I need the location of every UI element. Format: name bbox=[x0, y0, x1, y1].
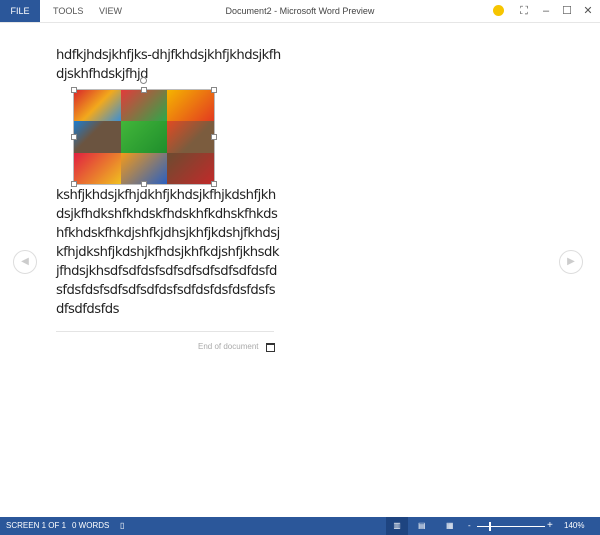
zoom-in-button[interactable]: + bbox=[547, 517, 553, 535]
screen-count: SCREEN 1 OF 1 bbox=[6, 521, 67, 530]
status-bar: SCREEN 1 OF 1 0 WORDS ▯ ▥ ▤ ▦ - + 140% bbox=[0, 517, 600, 535]
proofing-icon[interactable]: ▯ bbox=[120, 517, 124, 535]
read-mode-icon[interactable]: ▥ bbox=[386, 517, 408, 535]
minimize-icon[interactable]: – bbox=[537, 0, 555, 22]
tab-file[interactable]: FILE bbox=[0, 0, 40, 22]
title-bar: FILE TOOLS VIEW Document2 - Microsoft Wo… bbox=[0, 0, 600, 23]
resize-handle[interactable] bbox=[211, 87, 217, 93]
resize-handle[interactable] bbox=[71, 87, 77, 93]
close-icon[interactable]: ✕ bbox=[579, 0, 597, 22]
tab-view[interactable]: VIEW bbox=[99, 0, 122, 22]
maximize-icon[interactable]: ☐ bbox=[558, 0, 576, 22]
zoom-slider[interactable] bbox=[477, 526, 545, 527]
resize-handle[interactable] bbox=[141, 181, 147, 187]
candy-image[interactable] bbox=[71, 77, 217, 187]
zoom-level[interactable]: 140% bbox=[564, 517, 584, 535]
resize-handle[interactable] bbox=[71, 134, 77, 140]
next-page-button[interactable]: ▶ bbox=[559, 250, 583, 274]
paragraph: hdfkjhdsjkhfjks-dhjfkhdsjkhfjkhdsjkfhdjs… bbox=[56, 48, 281, 82]
feedback-smiley-icon[interactable] bbox=[493, 5, 504, 16]
end-flag-icon bbox=[266, 343, 275, 352]
full-screen-icon[interactable]: ⛶ bbox=[515, 0, 533, 22]
print-layout-icon[interactable]: ▤ bbox=[418, 517, 426, 535]
zoom-out-button[interactable]: - bbox=[468, 517, 471, 535]
previous-page-button[interactable]: ◀ bbox=[13, 250, 37, 274]
document-body[interactable]: hdfkjhdsjkhfjks-dhjfkhdsjkhfjkhdsjkfhdjs… bbox=[56, 46, 281, 319]
end-of-document-label: End of document bbox=[198, 342, 259, 351]
paragraph: kshfjkhdsjkfhjdkhfjkhdsjkfhjkdshfjkhdsjk… bbox=[56, 188, 280, 317]
rotate-handle-icon[interactable] bbox=[140, 77, 147, 84]
tab-tools[interactable]: TOOLS bbox=[53, 0, 83, 22]
resize-handle[interactable] bbox=[211, 181, 217, 187]
word-count[interactable]: 0 WORDS bbox=[72, 517, 109, 535]
window-title: Document2 - Microsoft Word Preview bbox=[225, 6, 375, 16]
end-separator bbox=[56, 331, 274, 332]
zoom-slider-thumb[interactable] bbox=[489, 522, 491, 531]
resize-handle[interactable] bbox=[71, 181, 77, 187]
resize-handle[interactable] bbox=[211, 134, 217, 140]
resize-handle[interactable] bbox=[141, 87, 147, 93]
web-layout-icon[interactable]: ▦ bbox=[446, 517, 454, 535]
